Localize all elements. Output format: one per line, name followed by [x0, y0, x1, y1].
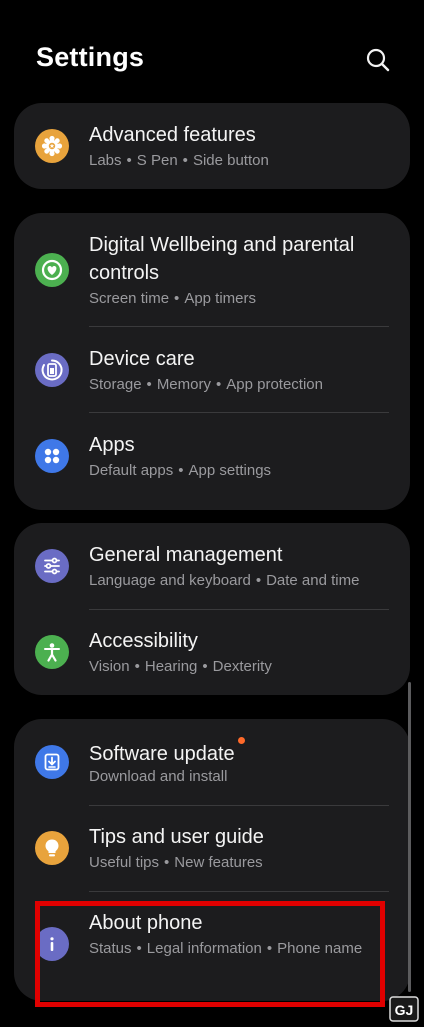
- subtitle-part: Memory: [156, 376, 211, 393]
- item-title: Apps: [89, 434, 135, 456]
- sliders-icon: [35, 549, 69, 583]
- download-update-icon: [35, 745, 69, 779]
- subtitle-part: Dexterity: [212, 658, 272, 675]
- subtitle-part: S Pen: [136, 152, 178, 169]
- device-care-icon: [35, 353, 69, 387]
- subtitle-part: Useful tips: [89, 854, 160, 871]
- subtitle-part: New features: [174, 854, 263, 871]
- item-title: Advanced features: [89, 124, 256, 146]
- settings-item-digital-wellbeing[interactable]: Digital Wellbeing and parental controls …: [14, 213, 410, 327]
- lightbulb-icon: [35, 831, 69, 865]
- settings-group-2: Digital Wellbeing and parental controls …: [14, 213, 410, 510]
- item-title: Device care: [89, 348, 195, 370]
- settings-item-advanced-features[interactable]: Advanced features Labs • S Pen • Side button: [14, 103, 410, 189]
- highlight-box: [35, 901, 385, 1007]
- search-icon: [366, 48, 390, 72]
- settings-item-software-update[interactable]: Software update Download and install: [14, 719, 410, 805]
- gadgets-to-use-logo-icon: GJ: [389, 996, 419, 1022]
- item-title: Accessibility: [89, 630, 198, 652]
- settings-item-general-management[interactable]: General management Language and keyboard…: [14, 523, 410, 609]
- item-title: Software update: [89, 737, 392, 768]
- item-subtitle: Screen time • App timers: [89, 290, 257, 307]
- subtitle-part: App protection: [226, 376, 323, 393]
- settings-item-tips-and-user-guide[interactable]: Tips and user guide Useful tips • New feat…: [14, 805, 410, 891]
- subtitle-part: Vision: [89, 658, 130, 675]
- apps-grid-icon: [35, 439, 69, 473]
- subtitle-part: App timers: [184, 290, 257, 307]
- settings-item-device-care[interactable]: Device care Storage • Memory • App protectio…: [14, 327, 410, 413]
- notification-dot: [237, 737, 245, 744]
- subtitle-part: Hearing: [144, 658, 198, 675]
- item-title: General management: [89, 544, 283, 566]
- settings-item-apps[interactable]: Apps Default apps • App settings: [14, 413, 410, 510]
- heart-ring-icon: [35, 253, 69, 287]
- settings-group-3: General management Language and keyboard…: [14, 523, 410, 695]
- item-subtitle: Storage • Memory • App protection: [89, 376, 323, 393]
- settings-item-accessibility[interactable]: Accessibility Vision • Hearing • Dexterity: [14, 609, 410, 695]
- gear-star-icon: [35, 129, 69, 163]
- subtitle-part: Screen time: [89, 290, 170, 307]
- item-subtitle: Language and keyboard • Date and time: [89, 572, 360, 589]
- item-subtitle: Useful tips • New features: [89, 854, 263, 871]
- watermark-text: GJ: [395, 1002, 414, 1018]
- subtitle-part: Language and keyboard: [89, 572, 251, 589]
- top-app-bar: Settings: [0, 0, 424, 100]
- settings-group-1: Advanced features Labs • S Pen • Side button: [14, 103, 410, 189]
- subtitle-part: App settings: [188, 462, 272, 479]
- subtitle-part: Storage: [89, 376, 142, 393]
- subtitle-part: Date and time: [266, 572, 360, 589]
- scrollbar[interactable]: [408, 682, 411, 992]
- item-subtitle: Vision • Hearing • Dexterity: [89, 658, 272, 675]
- item-title: Digital Wellbeing and parental controls: [89, 234, 355, 284]
- subtitle-part: Download and install: [89, 768, 228, 785]
- item-subtitle: Default apps • App settings: [89, 462, 272, 479]
- search-button[interactable]: [362, 44, 394, 76]
- subtitle-part: Labs: [89, 152, 122, 169]
- item-title: Tips and user guide: [89, 826, 264, 848]
- item-subtitle: Labs • S Pen • Side button: [89, 152, 269, 169]
- accessibility-person-icon: [35, 635, 69, 669]
- page-title: Settings: [36, 42, 145, 72]
- watermark-logo: GJ: [389, 996, 419, 1022]
- item-title-text: Software update: [89, 743, 235, 765]
- subtitle-part: Default apps: [89, 462, 174, 479]
- subtitle-part: Side button: [192, 152, 269, 169]
- item-subtitle: Download and install: [89, 766, 390, 788]
